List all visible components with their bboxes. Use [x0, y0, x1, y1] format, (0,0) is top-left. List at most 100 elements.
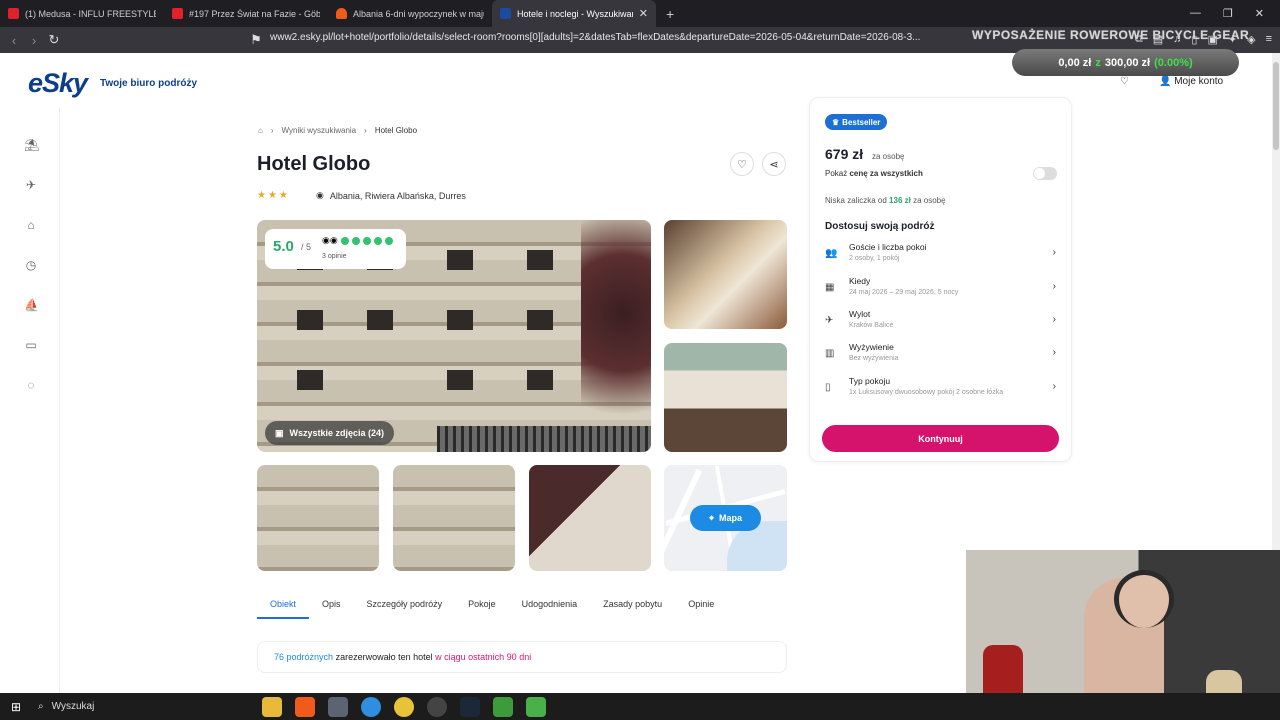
goal-sep: z [1095, 56, 1101, 69]
home-icon[interactable]: ⌂ [258, 126, 263, 135]
url-field[interactable]: www2.esky.pl/lot+hotel/portfolio/details… [270, 32, 960, 48]
tab-title: Hotele i noclegi - Wyszukiwarka [517, 8, 633, 19]
window-controls: — ❐ ✕ [1190, 7, 1280, 20]
option-board[interactable]: ▥ Wyżywienie Bez wyżywienia › [825, 342, 1056, 372]
reload-icon[interactable]: ↻ [44, 32, 64, 48]
beach-icon[interactable]: ⛵ [24, 298, 39, 312]
rating-dots [341, 237, 393, 245]
steam-icon[interactable] [460, 696, 480, 717]
minimize-icon[interactable]: — [1190, 7, 1201, 20]
wishlist-heart-icon[interactable]: ♡ [1120, 76, 1129, 87]
hotel-location: ◉ Albania, Riwiera Albańska, Durres [316, 190, 466, 201]
tab-pokoje[interactable]: Pokoje [455, 599, 509, 619]
vacation-icon[interactable]: ⛱ [24, 138, 39, 152]
share-icon: ⋖ [769, 158, 779, 171]
search-label: Wyszukaj [51, 701, 95, 712]
webcam-overlay [966, 550, 1280, 694]
menu-icon[interactable]: ≡ [1266, 33, 1272, 46]
browser-tab-bar: (1) Medusa - INFLU FREESTYLE (prod #197 … [0, 0, 1280, 27]
file-explorer-icon[interactable] [262, 696, 282, 717]
app-icon[interactable] [328, 696, 348, 717]
taskbar-search[interactable]: ⌕ Wyszukaj [32, 693, 222, 720]
map-pin-icon: ⌖ [708, 512, 715, 523]
heart-icon: ♡ [737, 158, 747, 171]
rating-card: 5.0 / 5 ◉◉ 3 opinie [265, 229, 406, 269]
forward-icon[interactable]: › [24, 33, 44, 48]
all-photos-button[interactable]: ▣ Wszystkie zdjęcia (24) [265, 421, 395, 445]
tab-title: Albania 6-dni wypoczynek w maju/cz [353, 8, 484, 19]
option-departure[interactable]: ✈ Wylot Kraków Balice › [825, 309, 1056, 339]
map-label: Mapa [719, 513, 743, 523]
tab-title: (1) Medusa - INFLU FREESTYLE (prod [25, 8, 156, 19]
deposit-info: Niska zaliczka od 136 zł za osobę [825, 196, 946, 205]
close-icon[interactable]: ✕ [1255, 7, 1264, 20]
obs-icon[interactable] [427, 696, 447, 717]
customize-title: Dostosuj swoją podróż [825, 221, 935, 232]
calendar-icon: ▦ [825, 282, 835, 293]
tab-opis[interactable]: Opis [309, 599, 354, 619]
flight-icon[interactable]: ✈ [24, 178, 38, 192]
edge-icon[interactable] [361, 696, 381, 717]
play-icon[interactable] [493, 696, 513, 717]
favorite-button[interactable]: ♡ [730, 152, 754, 176]
chrome-icon[interactable] [394, 696, 414, 717]
new-tab-button[interactable]: + [656, 6, 684, 22]
show-total-price-label: Pokaż cenę za wszystkich [825, 169, 923, 178]
goal-percent: (0.00%) [1154, 56, 1193, 69]
chevron-right-icon: › [1052, 347, 1056, 358]
bookings-count: 76 podróżnych [274, 652, 334, 662]
restore-icon[interactable]: ❐ [1223, 7, 1233, 20]
price-unit: za osobę [872, 152, 905, 161]
room-photo[interactable] [664, 220, 787, 329]
browser-tab-active[interactable]: Hotele i noclegi - Wyszukiwarka ✕ [492, 0, 656, 27]
browser-tab[interactable]: Albania 6-dni wypoczynek w maju/cz [328, 0, 492, 27]
esky-logo[interactable]: eSky [28, 68, 88, 99]
windows-taskbar: ⊞ ⌕ Wyszukaj [0, 693, 1280, 720]
share-button[interactable]: ⋖ [762, 152, 786, 176]
badge-label: Bestseller [842, 117, 881, 127]
flight-hotel-icon[interactable]: ⌂ [24, 218, 38, 232]
bookmark-icon[interactable]: ⚑ [246, 32, 266, 48]
close-tab-icon[interactable]: ✕ [639, 7, 648, 20]
lobby-photo[interactable] [664, 343, 787, 452]
hotel-tabs: Obiekt Opis Szczegóły podróży Pokoje Udo… [257, 599, 787, 619]
total-price-toggle[interactable] [1033, 167, 1057, 180]
more-icon[interactable]: ◌ [24, 378, 38, 392]
header-actions: ♡ 👤 Moje konto [1120, 76, 1223, 87]
option-dates[interactable]: ▦ Kiedy 24 maj 2026 – 29 maj 2026, 5 noc… [825, 276, 1056, 306]
scrollbar-thumb[interactable] [1273, 62, 1279, 150]
hotel-photo-thumb[interactable] [393, 465, 515, 571]
option-room-type[interactable]: ▯ Typ pokoju 1x Luksusowy dwuosobowy pok… [825, 376, 1056, 406]
hotel-photo-thumb[interactable] [257, 465, 379, 571]
users-icon: 👥 [825, 248, 838, 259]
location-text: Albania, Riwiera Albańska, Durres [329, 190, 466, 201]
option-guests[interactable]: 👥 Goście i liczba pokoi 2 osoby, 1 pokój… [825, 242, 1056, 272]
hotel-photo-thumb[interactable] [529, 465, 651, 571]
breadcrumb-link[interactable]: Wyniki wyszukiwania [282, 126, 357, 135]
chevron-right-icon: › [1052, 314, 1056, 325]
gallery-icon: ▣ [275, 427, 284, 438]
tab-szczegoly[interactable]: Szczegóły podróży [354, 599, 456, 619]
tab-opinie[interactable]: Opinie [675, 599, 727, 619]
hotel-stars: ★★★ [257, 190, 290, 201]
review-count[interactable]: 3 opinie [322, 253, 347, 260]
search-icon: ⌕ [38, 701, 44, 712]
tab-zasady[interactable]: Zasady pobytu [590, 599, 675, 619]
account-link[interactable]: 👤 Moje konto [1159, 76, 1223, 87]
browser-tab[interactable]: #197 Przez Świat na Fazie - Göbekli [164, 0, 328, 27]
brave-icon[interactable] [295, 696, 315, 717]
last-minute-icon[interactable]: ◷ [24, 258, 38, 272]
tab-obiekt[interactable]: Obiekt [257, 599, 310, 619]
tab-udogodnienia[interactable]: Udogodnienia [509, 599, 591, 619]
rating-max: / 5 [301, 242, 312, 252]
account-label: Moje konto [1174, 76, 1224, 87]
app-green-icon[interactable] [526, 696, 546, 717]
browser-tab[interactable]: (1) Medusa - INFLU FREESTYLE (prod [0, 0, 164, 27]
rating-score: 5.0 [273, 238, 294, 255]
cat-sticker [1206, 670, 1242, 694]
map-button[interactable]: ⌖ Mapa [690, 505, 761, 531]
continue-button[interactable]: Kontynuuj [822, 425, 1059, 452]
hotel-bed-icon[interactable]: ▭ [24, 338, 38, 352]
windows-start-icon[interactable]: ⊞ [0, 700, 32, 714]
back-icon[interactable]: ‹ [4, 33, 24, 48]
